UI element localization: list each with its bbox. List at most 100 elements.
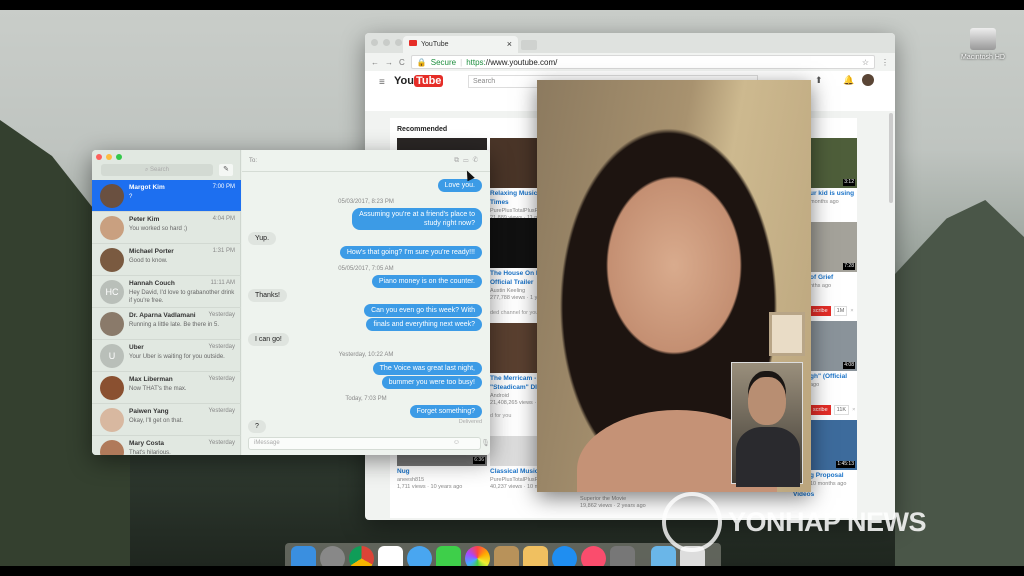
chat-pane: To: ⧉▭✆ Love you. 05/03/2017, 8:23 PM Ass… (242, 150, 490, 455)
messages-search-input[interactable]: ⌕ Search (101, 164, 213, 176)
conversation-item[interactable]: Peter Kim 4:04 PM You worked so hard ;) (92, 212, 241, 244)
outgoing-message: Assuming you're at a friend's place to st… (352, 208, 482, 231)
forward-icon[interactable]: → (385, 58, 393, 67)
bookmark-star-icon[interactable]: ☆ (862, 58, 869, 67)
search-placeholder: Search (150, 167, 170, 173)
reload-icon[interactable]: C (399, 58, 405, 67)
scrollbar[interactable] (889, 113, 893, 203)
contact-name: Mary Costa (129, 440, 165, 447)
message-time: 11:11 AM (210, 280, 235, 286)
contact-name: Michael Porter (129, 248, 174, 255)
message-time: 4:04 PM (212, 216, 235, 222)
conversation-item[interactable]: U Uber Yesterday Your Uber is waiting fo… (92, 340, 241, 372)
message-preview: Okay, I'll get on that. (129, 418, 184, 424)
new-tab-button[interactable] (521, 40, 537, 50)
incoming-message: Yup. (248, 232, 277, 246)
outgoing-message: bummer you were too busy! (381, 376, 482, 390)
video-card[interactable]: Superior the Movie 19,862 views · 2 years… (580, 496, 670, 511)
message-preview: You worked so hard ;) (129, 226, 188, 232)
message-time: Yesterday (208, 376, 235, 382)
letterbox-bar (0, 566, 1024, 576)
facetime-video-window (537, 80, 811, 492)
video-card[interactable]: 1:45:13 g Proposal 10 months ago (810, 420, 857, 488)
watermark-text: YONHAP NEWS (728, 506, 927, 537)
input-placeholder: iMessage (254, 440, 280, 446)
video-meta: 19,862 views · 2 years ago (580, 503, 646, 510)
message-preview: Good to know. (129, 258, 168, 264)
recommended-heading: Recommended (397, 126, 448, 133)
message-preview: ? (129, 194, 133, 200)
self-view-video[interactable] (731, 362, 803, 487)
video-thumbnail (490, 138, 538, 188)
contact-name: Peter Kim (129, 216, 160, 223)
tab-title: YouTube (421, 41, 449, 48)
url-scheme: https: (466, 57, 486, 67)
channel-row-label: d for you (490, 413, 512, 419)
minimize-button[interactable] (106, 154, 112, 160)
drive-label: Macintosh HD (961, 54, 1005, 61)
zoom-button[interactable] (116, 154, 122, 160)
video-card[interactable]: 7:28 of Grief nths ago (810, 222, 857, 290)
timestamp: 05/05/2017, 7:05 AM (338, 266, 394, 272)
conversation-item[interactable]: Dr. Aparna Vadlamani Yesterday Running a… (92, 308, 241, 340)
contact-name: Max Liberman (129, 376, 173, 383)
outgoing-message: Piano money is on the counter. (371, 275, 482, 289)
timestamp: 05/03/2017, 8:23 PM (338, 199, 394, 205)
menu-icon[interactable]: ⋮ (881, 58, 889, 67)
tab-bar: YouTube × (365, 33, 895, 53)
close-button[interactable] (371, 39, 378, 46)
drive-icon (970, 28, 996, 50)
avatar (100, 440, 124, 455)
conversation-item[interactable]: HC Hannah Couch 11:11 AM Hey David, I'd … (92, 276, 241, 308)
back-icon[interactable]: ← (371, 58, 379, 67)
minimize-button[interactable] (383, 39, 390, 46)
close-button[interactable] (96, 154, 102, 160)
message-preview: Now THAT's the max. (129, 386, 187, 392)
timestamp: Yesterday, 10:22 AM (338, 352, 394, 358)
message-time: Yesterday (208, 344, 235, 350)
youtube-logo[interactable]: You Tube (394, 75, 444, 87)
picture-frame (769, 312, 805, 356)
outgoing-message: Can you even go this week? With (364, 304, 482, 318)
microphone-icon[interactable]: 🎙 (481, 439, 490, 447)
video-card[interactable]: 3:12 ur kid is using months ago (810, 138, 857, 206)
avatar (100, 248, 124, 272)
zoom-button[interactable] (395, 39, 402, 46)
message-preview: Hey David, I'd love to grabanother drink… (129, 290, 235, 305)
emoji-icon[interactable]: ☺ (453, 439, 460, 446)
conversation-item[interactable]: Margot Kim 7:00 PM ? (92, 180, 241, 212)
subscribe-button[interactable]: scribe 1M × (810, 306, 854, 316)
call-icons[interactable]: ⧉▭✆ (454, 157, 482, 165)
compose-icon[interactable]: ✎ (219, 164, 233, 176)
incoming-message: Thanks! (248, 289, 287, 303)
lock-icon: 🔒 (416, 57, 427, 67)
close-tab-icon[interactable]: × (507, 39, 512, 49)
imessage-input[interactable]: iMessage ☺ 🎙 (248, 437, 490, 450)
account-avatar[interactable] (862, 74, 874, 86)
message-time: 7:00 PM (212, 184, 235, 190)
message-time: 1:31 PM (212, 248, 235, 254)
timestamp: Today, 7:03 PM (345, 396, 387, 402)
conversation-item[interactable]: Michael Porter 1:31 PM Good to know. (92, 244, 241, 276)
youtube-favicon-icon (409, 40, 417, 46)
notifications-bell-icon[interactable]: 🔔 (843, 75, 854, 86)
message-time: Yesterday (208, 312, 235, 318)
contact-name: Uber (129, 344, 144, 351)
window-controls (371, 39, 402, 46)
url-input[interactable]: 🔒 Secure | https://www.youtube.com/ ☆ (410, 55, 875, 69)
tab-youtube[interactable]: YouTube × (403, 36, 518, 53)
incoming-message: ? (248, 420, 266, 434)
avatar (100, 408, 124, 432)
conversation-item[interactable]: Max Liberman Yesterday Now THAT's the ma… (92, 372, 241, 404)
to-label: To: (249, 158, 258, 164)
conversation-item[interactable]: Paiwen Yang Yesterday Okay, I'll get on … (92, 404, 241, 436)
contact-name: Hannah Couch (129, 280, 175, 287)
upload-icon[interactable]: ⬆ (815, 75, 823, 86)
hamburger-icon[interactable]: ≡ (379, 77, 385, 88)
macintosh-hd-icon[interactable]: Macintosh HD (958, 28, 1008, 61)
video-card[interactable]: 4:08 gh" (Official ago (810, 321, 857, 389)
video-channel: Superior the Movie (580, 496, 627, 502)
contact-name: Dr. Aparna Vadlamani (129, 312, 196, 319)
subscribe-button[interactable]: scribe 11K × (810, 405, 855, 415)
conversation-item[interactable]: Mary Costa Yesterday That's hilarious. (92, 436, 241, 455)
